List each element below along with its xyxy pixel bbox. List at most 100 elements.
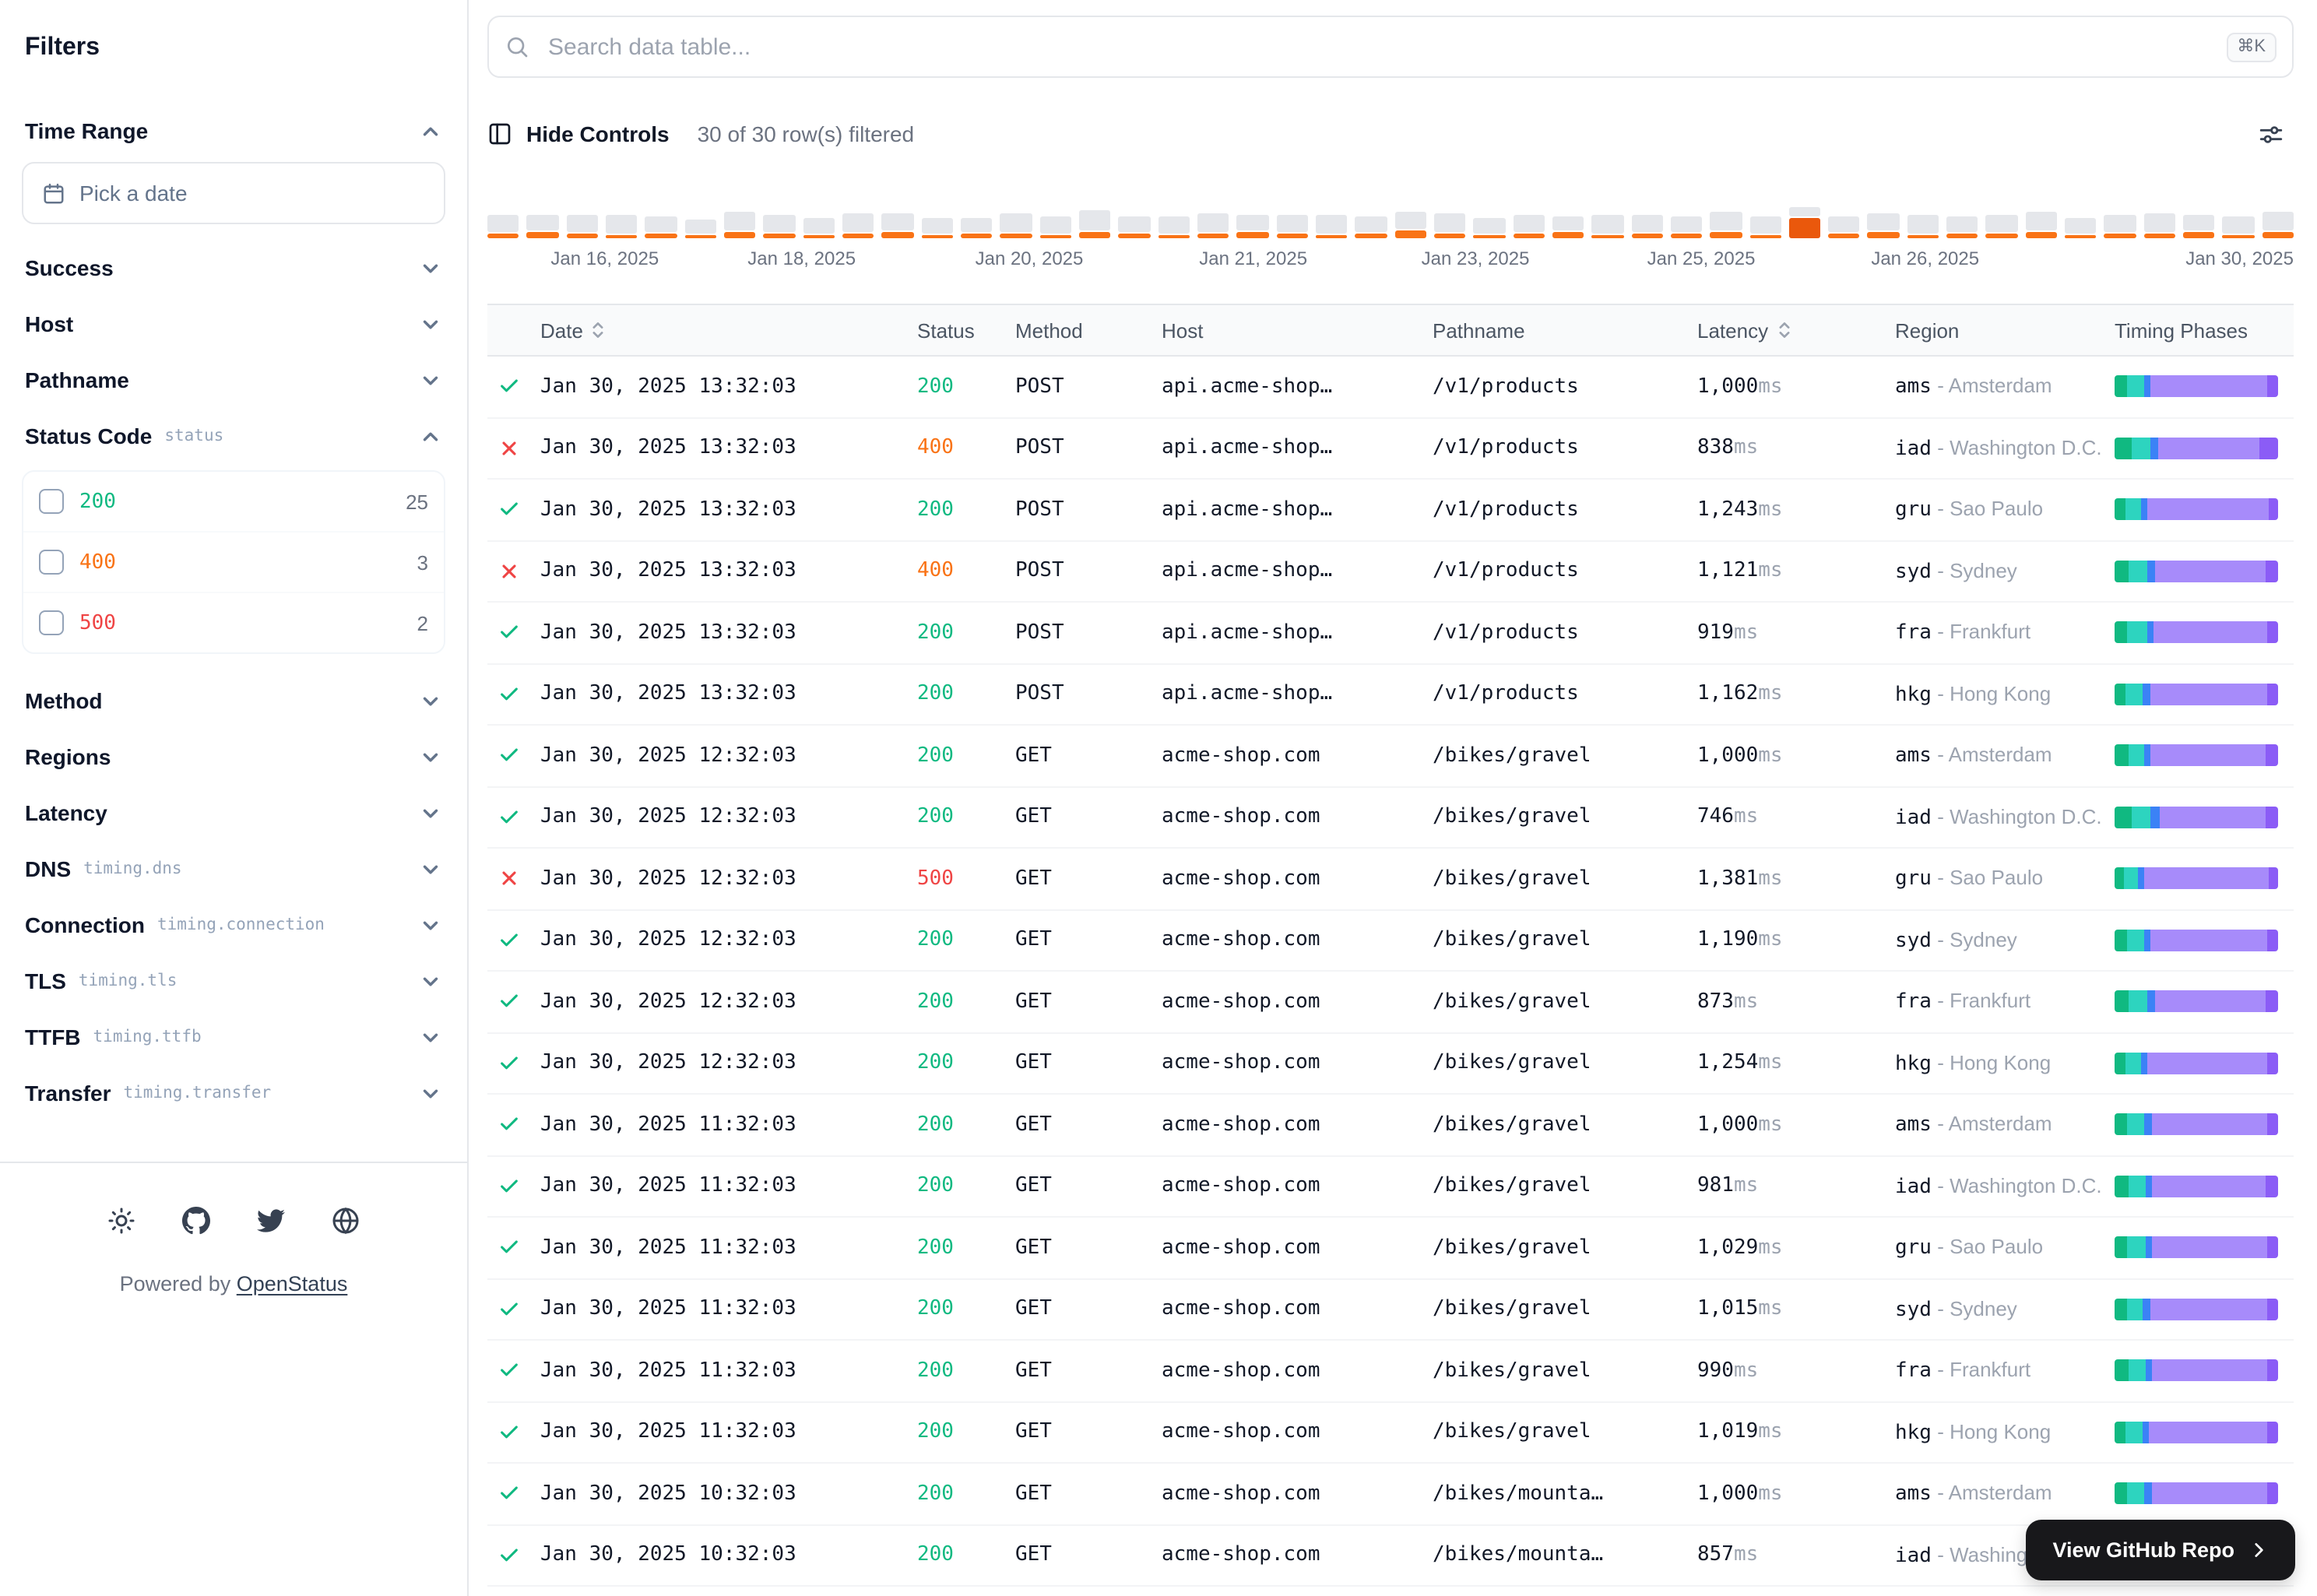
timeline-bar[interactable] xyxy=(1907,215,1939,238)
timeline-bar[interactable] xyxy=(2263,212,2294,238)
table-row[interactable]: Jan 30, 2025 12:32:03200GETacme-shop.com… xyxy=(487,910,2294,972)
timeline-bar[interactable] xyxy=(1039,216,1071,238)
column-header-latency[interactable]: Latency xyxy=(1697,318,1895,342)
table-row[interactable]: Jan 30, 2025 13:32:03200POSTapi.acme-sho… xyxy=(487,603,2294,664)
table-row[interactable]: Jan 30, 2025 10:32:03200GETacme-shop.com… xyxy=(487,1525,2294,1587)
timeline-bar[interactable] xyxy=(1473,218,1505,238)
filter-section-transfer[interactable]: Transfertiming.transfer xyxy=(22,1065,445,1121)
timeline-bar[interactable] xyxy=(882,213,914,238)
search-input[interactable] xyxy=(545,32,2210,62)
timeline-bar[interactable] xyxy=(1591,215,1623,238)
filter-section-tls[interactable]: TLStiming.tls xyxy=(22,953,445,1009)
timeline-bar[interactable] xyxy=(1671,216,1703,238)
status-filter-option-400[interactable]: 4003 xyxy=(23,531,444,592)
timeline-bar[interactable] xyxy=(566,215,598,238)
timeline-bar[interactable] xyxy=(1355,216,1387,238)
table-row[interactable]: Jan 30, 2025 10:32:03400GETacme-shop.com… xyxy=(487,1587,2294,1596)
timeline-bar[interactable] xyxy=(1749,216,1781,238)
table-row[interactable]: Jan 30, 2025 13:32:03200POSTapi.acme-sho… xyxy=(487,357,2294,418)
timeline-bar[interactable] xyxy=(606,215,638,238)
timeline-bar[interactable] xyxy=(1710,212,1742,238)
filter-section-status-code[interactable]: Status Codestatus xyxy=(22,408,445,464)
table-row[interactable]: Jan 30, 2025 13:32:03200POSTapi.acme-sho… xyxy=(487,480,2294,541)
timeline-bar[interactable] xyxy=(1197,213,1229,238)
timeline-bar[interactable] xyxy=(1276,215,1308,238)
timeline-bar[interactable] xyxy=(2223,216,2255,238)
timeline-bar[interactable] xyxy=(1789,207,1821,238)
checkbox[interactable] xyxy=(39,610,64,635)
date-picker-button[interactable]: Pick a date xyxy=(22,162,445,224)
filter-section-pathname[interactable]: Pathname xyxy=(22,352,445,408)
timeline-bar[interactable] xyxy=(724,212,756,238)
timeline-bar[interactable] xyxy=(1316,215,1348,238)
table-row[interactable]: Jan 30, 2025 13:32:03200POSTapi.acme-sho… xyxy=(487,664,2294,726)
filter-section-connection[interactable]: Connectiontiming.connection xyxy=(22,897,445,953)
timeline-bar[interactable] xyxy=(921,218,953,238)
hide-controls-button[interactable]: Hide Controls xyxy=(487,121,670,146)
table-row[interactable]: Jan 30, 2025 10:32:03200GETacme-shop.com… xyxy=(487,1464,2294,1525)
table-row[interactable]: Jan 30, 2025 11:32:03200GETacme-shop.com… xyxy=(487,1218,2294,1279)
filter-section-ttfb[interactable]: TTFBtiming.ttfb xyxy=(22,1009,445,1065)
timeline-bar[interactable] xyxy=(961,218,993,238)
checkbox[interactable] xyxy=(39,489,64,514)
filter-section-time-range[interactable]: Time Range xyxy=(22,103,445,159)
timeline-bar[interactable] xyxy=(803,218,835,238)
website-link-button[interactable] xyxy=(319,1194,372,1247)
filter-section-dns[interactable]: DNStiming.dns xyxy=(22,841,445,897)
table-row[interactable]: Jan 30, 2025 12:32:03200GETacme-shop.com… xyxy=(487,787,2294,849)
timeline-bar[interactable] xyxy=(527,215,559,238)
status-filter-option-500[interactable]: 5002 xyxy=(23,592,444,652)
table-row[interactable]: Jan 30, 2025 11:32:03200GETacme-shop.com… xyxy=(487,1402,2294,1464)
cell-region: hkg - Hong Kong xyxy=(1895,1420,2115,1445)
view-options-button[interactable] xyxy=(2247,111,2294,157)
filter-section-success[interactable]: Success xyxy=(22,240,445,296)
timeline-bar[interactable] xyxy=(1394,212,1426,238)
timeline-bar[interactable] xyxy=(1946,216,1978,238)
checkbox[interactable] xyxy=(39,550,64,575)
timeline-bar[interactable] xyxy=(1986,215,2018,238)
table-row[interactable]: Jan 30, 2025 12:32:03500GETacme-shop.com… xyxy=(487,849,2294,910)
timeline-bar[interactable] xyxy=(2144,213,2176,238)
column-header-date[interactable]: Date xyxy=(540,318,917,342)
filter-section-latency[interactable]: Latency xyxy=(22,785,445,841)
theme-toggle-button[interactable] xyxy=(95,1194,148,1247)
timeline-bar[interactable] xyxy=(1000,213,1032,238)
table-row[interactable]: Jan 30, 2025 11:32:03200GETacme-shop.com… xyxy=(487,1341,2294,1402)
timeline-bar[interactable] xyxy=(2104,215,2136,238)
table-row[interactable]: Jan 30, 2025 11:32:03200GETacme-shop.com… xyxy=(487,1279,2294,1341)
timeline-bar[interactable] xyxy=(764,215,796,238)
timeline-bar[interactable] xyxy=(2183,215,2215,238)
table-row[interactable]: Jan 30, 2025 12:32:03200GETacme-shop.com… xyxy=(487,1033,2294,1095)
timeline-bar[interactable] xyxy=(487,215,519,238)
timeline-bar[interactable] xyxy=(1119,216,1151,238)
timeline-bar[interactable] xyxy=(645,216,677,238)
table-row[interactable]: Jan 30, 2025 13:32:03400POSTapi.acme-sho… xyxy=(487,418,2294,480)
timeline-bar[interactable] xyxy=(842,213,874,238)
timeline-bar[interactable] xyxy=(1434,213,1466,238)
filter-section-method[interactable]: Method xyxy=(22,673,445,729)
table-row[interactable]: Jan 30, 2025 13:32:03400POSTapi.acme-sho… xyxy=(487,541,2294,603)
timeline-bar[interactable] xyxy=(2065,218,2097,238)
view-github-repo-button[interactable]: View GitHub Repo xyxy=(2026,1520,2295,1580)
timeline-bar[interactable] xyxy=(1552,216,1584,238)
region-code: iad xyxy=(1895,807,1932,830)
table-row[interactable]: Jan 30, 2025 12:32:03200GETacme-shop.com… xyxy=(487,726,2294,787)
openstatus-link[interactable]: OpenStatus xyxy=(237,1272,348,1295)
timeline-bar[interactable] xyxy=(2026,212,2058,238)
twitter-link-button[interactable] xyxy=(244,1194,297,1247)
timeline-bar[interactable] xyxy=(1079,210,1111,238)
table-row[interactable]: Jan 30, 2025 11:32:03200GETacme-shop.com… xyxy=(487,1095,2294,1156)
timeline-bar[interactable] xyxy=(1868,213,1900,238)
timeline-bar[interactable] xyxy=(1158,216,1190,238)
github-link-button[interactable] xyxy=(170,1194,223,1247)
filter-section-regions[interactable]: Regions xyxy=(22,729,445,785)
filter-section-host[interactable]: Host xyxy=(22,296,445,352)
status-filter-option-200[interactable]: 20025 xyxy=(23,472,444,531)
timeline-bar[interactable] xyxy=(684,220,716,238)
timeline-bar[interactable] xyxy=(1513,215,1545,238)
timeline-bar[interactable] xyxy=(1236,215,1268,238)
table-row[interactable]: Jan 30, 2025 12:32:03200GETacme-shop.com… xyxy=(487,972,2294,1033)
timeline-bar[interactable] xyxy=(1631,215,1663,238)
timeline-bar[interactable] xyxy=(1828,216,1860,238)
table-row[interactable]: Jan 30, 2025 11:32:03200GETacme-shop.com… xyxy=(487,1156,2294,1218)
